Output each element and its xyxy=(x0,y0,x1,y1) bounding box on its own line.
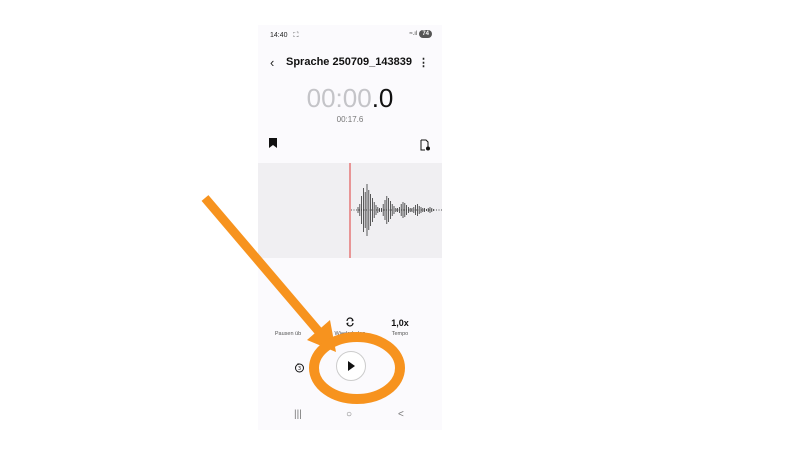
skip-pauses-button[interactable]: Pausen üb xyxy=(258,317,318,337)
bookmark-icon[interactable] xyxy=(269,138,277,151)
battery-icon: 74 xyxy=(419,30,432,38)
tempo-value: 1,0x xyxy=(391,318,409,328)
waveform[interactable] xyxy=(258,163,442,258)
page-title: Sprache 250709_143839 xyxy=(286,56,412,68)
playback-time-main: 00:00 xyxy=(306,83,372,113)
rewind-icon[interactable]: 3 xyxy=(294,360,305,373)
nav-back-icon[interactable]: < xyxy=(398,409,404,420)
note-icon[interactable] xyxy=(419,138,431,151)
nav-recents-icon[interactable]: ||| xyxy=(294,409,302,420)
total-duration: 00:17.6 xyxy=(336,115,364,124)
back-arrow-icon[interactable]: ‹ xyxy=(270,55,274,70)
play-icon xyxy=(348,361,355,371)
more-icon[interactable]: ⋮ xyxy=(418,56,429,69)
phone-screen: 14:40 ⛶ ≈.ıl 74 ‹ Sprache 250709_143839 … xyxy=(258,25,442,430)
svg-text:3: 3 xyxy=(298,366,301,372)
play-button[interactable] xyxy=(336,351,366,381)
playback-time: 00:00.0 xyxy=(258,83,442,114)
tempo-label: Tempo xyxy=(391,331,409,337)
signal-icon: ≈.ıl xyxy=(409,31,418,37)
status-bar: 14:40 ⛶ xyxy=(270,32,298,40)
skip-pauses-icon xyxy=(258,317,318,329)
skip-pauses-label: Pausen üb xyxy=(274,331,302,337)
nav-home-icon[interactable]: ○ xyxy=(346,409,352,420)
waveform-graphic xyxy=(349,163,442,258)
status-icons: ≈.ıl 74 xyxy=(409,30,432,38)
tempo-button[interactable]: 1,0x Tempo xyxy=(370,317,430,337)
cast-icon: ⛶ xyxy=(293,32,299,39)
playback-time-tenth: .0 xyxy=(371,83,394,113)
status-time: 14:40 xyxy=(270,32,288,39)
